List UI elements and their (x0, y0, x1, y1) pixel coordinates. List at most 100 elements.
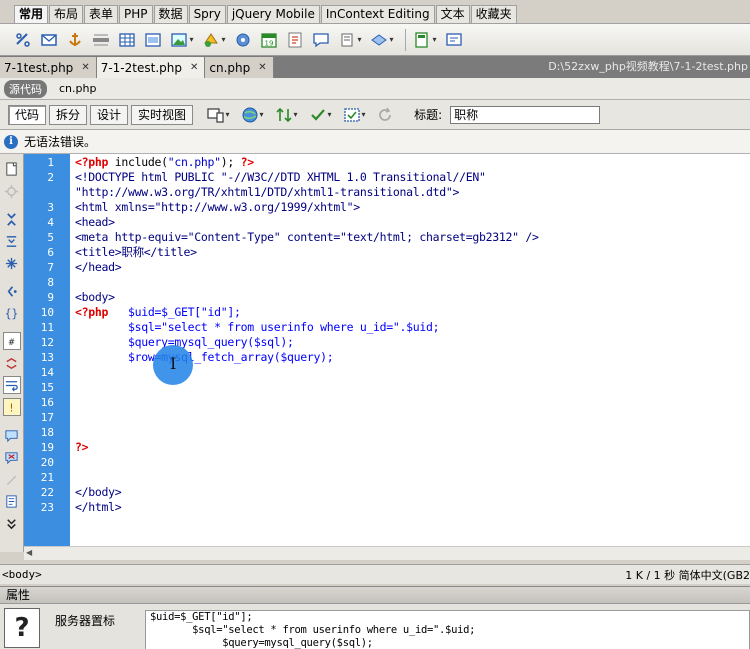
design-view-button[interactable]: 设计 (90, 104, 129, 125)
w3c-validation-icon[interactable] (306, 104, 334, 126)
code-line-9: <body> (75, 290, 115, 304)
insert-panel-tabs: 常用 布局 表单 PHP 数据 Spry jQuery Mobile InCon… (0, 0, 750, 24)
code-token: ); (220, 155, 235, 169)
code-line-3: <html xmlns="http://www.w3.org/1999/xhtm… (75, 200, 360, 214)
recent-snippets-icon[interactable] (3, 492, 21, 510)
document-tab-bar: 7-1test.php ✕ 7-1-2test.php ✕ cn.php ✕ D:\5… (0, 56, 750, 78)
insert-tab-layout[interactable]: 布局 (49, 5, 84, 23)
code-line-19: ?> (75, 440, 89, 454)
line-number: 10 (40, 306, 54, 319)
document-tab-label: 7-1test.php (4, 60, 74, 75)
line-number: 16 (40, 396, 54, 409)
images-icon[interactable] (168, 29, 196, 51)
document-tab[interactable]: cn.php ✕ (205, 57, 274, 78)
script-icon[interactable] (368, 29, 396, 51)
head-icon[interactable] (336, 29, 364, 51)
remove-comment-icon[interactable] (3, 448, 21, 466)
insert-tab-common[interactable]: 常用 (14, 5, 49, 23)
syntax-message: 无语法错误。 (24, 135, 97, 149)
line-number: 15 (40, 381, 54, 394)
text-cursor-icon: I (170, 354, 177, 373)
media-icon[interactable] (200, 29, 228, 51)
line-number: 13 (40, 351, 54, 364)
show-code-navigator-icon[interactable] (3, 182, 21, 200)
syntax-error-alerts-icon[interactable]: ! (2, 398, 21, 416)
title-input[interactable]: 职称 (450, 105, 601, 124)
email-link-icon[interactable] (38, 29, 60, 51)
svg-text:#: # (8, 336, 15, 346)
scroll-left-icon[interactable]: ◀ (26, 548, 32, 557)
comment-icon[interactable] (310, 29, 332, 51)
properties-panel-header[interactable]: 属性 (0, 586, 750, 604)
code-token: include( (108, 155, 168, 169)
document-tab-active[interactable]: 7-1-2test.php ✕ (96, 57, 206, 78)
line-number: 4 (47, 216, 54, 229)
insert-tab-php[interactable]: PHP (119, 5, 153, 23)
server-side-include-icon[interactable] (284, 29, 306, 51)
line-numbers-icon[interactable]: # (2, 332, 21, 350)
wrap-tag-icon[interactable] (3, 470, 21, 488)
open-documents-icon[interactable] (3, 160, 21, 178)
insert-tab-jquery-mobile[interactable]: jQuery Mobile (226, 5, 320, 23)
line-number: 21 (40, 471, 54, 484)
insert-tab-spry[interactable]: Spry (188, 5, 226, 23)
code-line-22: </body> (75, 485, 122, 499)
properties-code-box[interactable]: $uid=$_GET["id"]; $sql="select * from us… (145, 610, 750, 649)
line-number: 2 (47, 171, 54, 184)
line-number: 3 (47, 201, 54, 214)
templates-icon[interactable] (411, 29, 439, 51)
line-number: 11 (40, 321, 54, 334)
preview-in-browser-icon[interactable] (238, 104, 266, 126)
related-files-bar: 源代码 cn.php (0, 78, 750, 100)
expand-all-icon[interactable] (3, 254, 21, 272)
insert-tab-favorites[interactable]: 收藏夹 (470, 5, 517, 23)
insert-tab-text[interactable]: 文本 (435, 5, 470, 23)
table-icon[interactable] (116, 29, 138, 51)
document-tab[interactable]: 7-1test.php ✕ (0, 57, 97, 78)
php-open-tag: <?php (75, 305, 109, 319)
highlight-invalid-code-icon[interactable] (3, 354, 21, 372)
code-view-button[interactable]: 代码 (8, 104, 47, 125)
insert-tab-forms[interactable]: 表单 (84, 5, 119, 23)
balance-braces-icon[interactable]: {} (3, 304, 21, 322)
select-parent-tag-icon[interactable] (3, 282, 21, 300)
collapse-selection-icon[interactable] (3, 232, 21, 250)
code-line-7: </head> (75, 260, 122, 274)
close-icon[interactable]: ✕ (190, 62, 198, 73)
horizontal-scrollbar[interactable]: ◀ (24, 546, 750, 560)
tag-chooser-icon[interactable] (443, 29, 465, 51)
multiscreen-icon[interactable] (204, 104, 232, 126)
code-line-4: <head> (75, 215, 115, 229)
apply-comment-icon[interactable] (3, 426, 21, 444)
line-number: 6 (47, 246, 54, 259)
collapse-full-tag-icon[interactable] (3, 210, 21, 228)
related-file-link[interactable]: cn.php (59, 82, 96, 95)
code-string: "cn.php" (167, 155, 221, 169)
refresh-icon[interactable] (374, 104, 396, 126)
widget-icon[interactable] (232, 29, 254, 51)
source-code-button[interactable]: 源代码 (4, 79, 47, 98)
close-icon[interactable]: ✕ (258, 62, 266, 73)
line-number: 12 (40, 336, 54, 349)
document-path: D:\52zxw_php视频教程\7-1-2test.php (548, 60, 748, 73)
date-icon[interactable]: 19 (258, 29, 280, 51)
line-number: 7 (47, 261, 54, 274)
more-tools-chevron-icon[interactable] (3, 514, 21, 532)
close-icon[interactable]: ✕ (81, 62, 89, 73)
php-close-tag: ?> (234, 155, 255, 169)
insert-tab-data[interactable]: 数据 (153, 5, 188, 23)
div-tag-icon[interactable] (142, 29, 164, 51)
properties-label: 服务器置标 (55, 614, 116, 628)
split-view-button[interactable]: 拆分 (49, 104, 88, 125)
live-view-button[interactable]: 实时视图 (131, 104, 194, 125)
file-management-icon[interactable] (272, 104, 300, 126)
tag-selector[interactable]: <body> (2, 568, 42, 581)
hyperlink-icon[interactable] (12, 29, 34, 51)
named-anchor-icon[interactable] (64, 29, 86, 51)
horizontal-rule-icon[interactable] (90, 29, 112, 51)
php-open-tag: <?php (75, 155, 109, 169)
visual-aids-icon[interactable] (340, 104, 368, 126)
word-wrap-icon[interactable] (2, 376, 21, 394)
document-toolbar: 代码 拆分 设计 实时视图 标题: 职称 (0, 100, 750, 130)
insert-tab-incontext-editing[interactable]: InContext Editing (320, 5, 435, 23)
